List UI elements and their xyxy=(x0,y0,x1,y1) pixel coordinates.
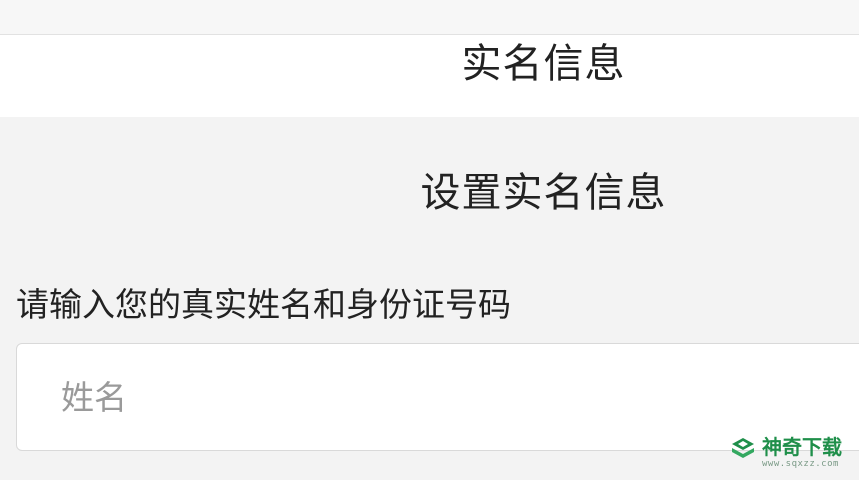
watermark-brand: 神奇下载 xyxy=(762,435,842,459)
watermark-url: www.sqxzz.com xyxy=(762,459,839,469)
watermark: 神奇下载 www.sqxzz.com xyxy=(730,434,856,474)
page-header: 实名信息 xyxy=(0,35,859,117)
status-bar xyxy=(0,0,859,35)
form-hint: 请输入您的真实姓名和身份证号码 xyxy=(16,285,511,324)
watermark-logo-icon xyxy=(732,438,754,458)
section-title: 设置实名信息 xyxy=(420,170,667,216)
page-title: 实名信息 xyxy=(461,41,626,87)
